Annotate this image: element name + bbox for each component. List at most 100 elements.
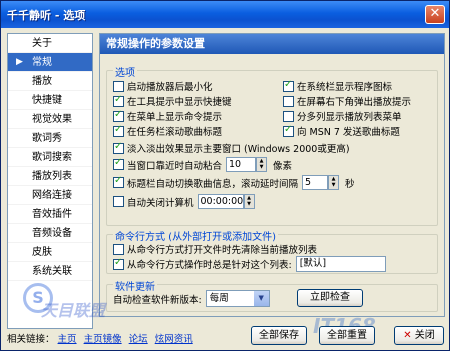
- title-bar[interactable]: 千千静听 - 选项 ✕: [1, 1, 449, 28]
- checkbox[interactable]: [283, 95, 294, 107]
- sidebar-item-label: 播放: [32, 76, 52, 87]
- option-multi-column-menu[interactable]: 分多列显示播放列表菜单: [283, 109, 402, 123]
- spin-down-icon[interactable]: ▼: [257, 164, 266, 170]
- option-label: 标题栏自动切换歌曲信息，滚动延时间隔: [127, 178, 299, 190]
- option-msn-title[interactable]: 向 MSN 7 发送歌曲标题: [283, 124, 400, 138]
- watermark-text: 天目联盟: [41, 301, 106, 320]
- checkbox[interactable]: [113, 196, 124, 207]
- sidebar-item-label: 系统关联: [32, 266, 72, 277]
- checkbox[interactable]: [113, 243, 124, 255]
- option-auto-shutdown[interactable]: 自动关闭计算机 00:00:00 ▲ ▼: [113, 194, 255, 209]
- snap-distance-input[interactable]: 10: [226, 157, 257, 172]
- footer-links-label: 相关链接：: [7, 334, 55, 345]
- options-group-title: 选项: [113, 64, 137, 79]
- sidebar-item-about[interactable]: 关于: [8, 34, 92, 53]
- checkbox[interactable]: [283, 79, 294, 92]
- option-label: 从命令行方式打开文件时先清除当前播放列表: [127, 245, 318, 256]
- save-all-button[interactable]: 全部保存: [251, 326, 307, 345]
- option-title-scroll[interactable]: 标题栏自动切换歌曲信息，滚动延时间隔 5 ▲▼ 秒: [113, 175, 355, 190]
- footer-links: 相关链接： 主页 主页镜像 论坛 炫网资讯: [7, 331, 193, 345]
- spin-down-icon[interactable]: ▼: [329, 182, 338, 188]
- option-label: 分多列显示播放列表菜单: [297, 112, 402, 123]
- option-fade-window[interactable]: 淡入淡出效果显示主要窗口 (Windows 2000或更高): [113, 141, 350, 155]
- option-popup-tip[interactable]: 在屏幕右下角弹出播放提示: [283, 94, 411, 108]
- spin-down-icon[interactable]: ▼: [245, 201, 254, 207]
- sidebar-item-label: 音效插件: [32, 209, 72, 220]
- sidebar-item-effect-plugins[interactable]: 音效插件: [8, 205, 92, 224]
- close-icon: ✕: [429, 6, 441, 21]
- sidebar-item-label: 快捷键: [32, 95, 62, 106]
- option-minimize-on-start[interactable]: 启动播放器后最小化: [113, 79, 213, 93]
- checkbox[interactable]: [113, 141, 124, 154]
- checkbox[interactable]: [113, 157, 124, 170]
- category-sidebar: 关于 ▶ 常规 播放 快捷键 视觉效果 歌词秀 歌词搜索 播放列表 网络连接 音效…: [7, 33, 93, 329]
- panel-header: 常规操作的参数设置: [100, 34, 444, 54]
- chevron-down-icon[interactable]: ▼: [253, 291, 269, 306]
- sidebar-item-lyrics-show[interactable]: 歌词秀: [8, 129, 92, 148]
- checkbox[interactable]: [113, 124, 124, 137]
- sidebar-item-lyrics-search[interactable]: 歌词搜索: [8, 148, 92, 167]
- checkbox[interactable]: [113, 175, 124, 188]
- option-label: 在工具提示中显示快捷键: [127, 97, 232, 108]
- selected-arrow-icon: ▶: [16, 57, 23, 67]
- checkbox[interactable]: [113, 109, 124, 122]
- sidebar-item-general[interactable]: ▶ 常规: [8, 53, 92, 72]
- sidebar-item-playlist[interactable]: 播放列表: [8, 167, 92, 186]
- option-label: 当窗口靠近时自动粘合: [127, 160, 223, 172]
- window-close-button[interactable]: ✕: [425, 5, 445, 24]
- option-label: 在系统栏显示程序图标: [297, 82, 393, 93]
- option-tray-icon[interactable]: 在系统栏显示程序图标: [283, 79, 392, 93]
- option-label: 淡入淡出效果显示主要窗口 (Windows 2000或更高): [127, 144, 350, 155]
- option-cmdline-clear-playlist[interactable]: 从命令行方式打开文件时先清除当前播放列表: [113, 242, 317, 256]
- sidebar-item-file-association[interactable]: 系统关联: [8, 262, 92, 281]
- target-list-input[interactable]: [默认]: [295, 256, 386, 272]
- update-label: 自动检查软件新版本:: [113, 294, 202, 306]
- option-taskbar-scroll[interactable]: 在任务栏滚动歌曲标题: [113, 124, 222, 138]
- settings-panel: 常规操作的参数设置 选项 启动播放器后最小化 在工具提示中显示快捷键 在菜单上显…: [99, 33, 445, 317]
- link-news[interactable]: 炫网资讯: [155, 334, 193, 345]
- link-forum[interactable]: 论坛: [129, 334, 148, 345]
- option-tooltip-hotkeys[interactable]: 在工具提示中显示快捷键: [113, 94, 232, 108]
- close-label: 关闭: [414, 330, 435, 341]
- update-frequency-select[interactable]: 每周 ▼: [205, 290, 270, 307]
- checkbox[interactable]: [113, 257, 124, 270]
- sidebar-item-label: 皮肤: [32, 247, 52, 258]
- sidebar-item-label: 视觉效果: [32, 114, 72, 125]
- update-check-row: 自动检查软件新版本: 每周 ▼: [113, 290, 270, 307]
- checkbox[interactable]: [283, 110, 294, 122]
- snap-distance-spinner[interactable]: ▲ ▼: [256, 157, 268, 172]
- sidebar-item-label: 歌词秀: [32, 133, 62, 144]
- sidebar-item-label: 常规: [32, 57, 52, 68]
- close-icon: ✕: [403, 330, 412, 341]
- option-label: 在屏幕右下角弹出播放提示: [297, 97, 412, 108]
- option-label: 在菜单上显示命令提示: [127, 112, 223, 123]
- option-label: 从命令行方式操作时总是针对这个列表:: [127, 260, 292, 271]
- link-mirror[interactable]: 主页镜像: [84, 334, 122, 345]
- shutdown-time-spinner[interactable]: ▲ ▼: [243, 194, 255, 209]
- checkbox[interactable]: [113, 94, 124, 107]
- shutdown-time-input[interactable]: 00:00:00: [197, 194, 244, 209]
- window-title: 千千静听 - 选项: [7, 8, 86, 22]
- sidebar-item-network[interactable]: 网络连接: [8, 186, 92, 205]
- option-menu-hints[interactable]: 在菜单上显示命令提示: [113, 109, 222, 123]
- option-cmdline-target-list[interactable]: 从命令行方式操作时总是针对这个列表: [默认]: [113, 256, 386, 272]
- update-frequency-value: 每周: [209, 293, 229, 304]
- scroll-delay-input[interactable]: 5: [302, 175, 329, 190]
- update-group: 软件更新 自动检查软件新版本: 每周 ▼ 立即检查: [106, 278, 438, 312]
- reset-all-button[interactable]: 全部重置: [319, 326, 375, 345]
- sidebar-item-skin[interactable]: 皮肤: [8, 243, 92, 262]
- option-label: 自动关闭计算机: [127, 197, 194, 209]
- option-label: 向 MSN 7 发送歌曲标题: [297, 127, 400, 138]
- checkbox[interactable]: [113, 80, 124, 92]
- link-homepage[interactable]: 主页: [58, 334, 77, 345]
- option-window-snap[interactable]: 当窗口靠近时自动粘合 10 ▲▼ 像素: [113, 157, 292, 172]
- sidebar-item-visual-effects[interactable]: 视觉效果: [8, 110, 92, 129]
- sidebar-item-label: 音频设备: [32, 228, 72, 239]
- close-button[interactable]: ✕ 关闭: [394, 326, 444, 345]
- checkbox[interactable]: [283, 124, 294, 137]
- sidebar-item-hotkeys[interactable]: 快捷键: [8, 91, 92, 110]
- sidebar-item-audio-device[interactable]: 音频设备: [8, 224, 92, 243]
- check-now-button[interactable]: 立即检查: [297, 289, 363, 307]
- scroll-delay-spinner[interactable]: ▲ ▼: [328, 175, 340, 190]
- sidebar-item-playback[interactable]: 播放: [8, 72, 92, 91]
